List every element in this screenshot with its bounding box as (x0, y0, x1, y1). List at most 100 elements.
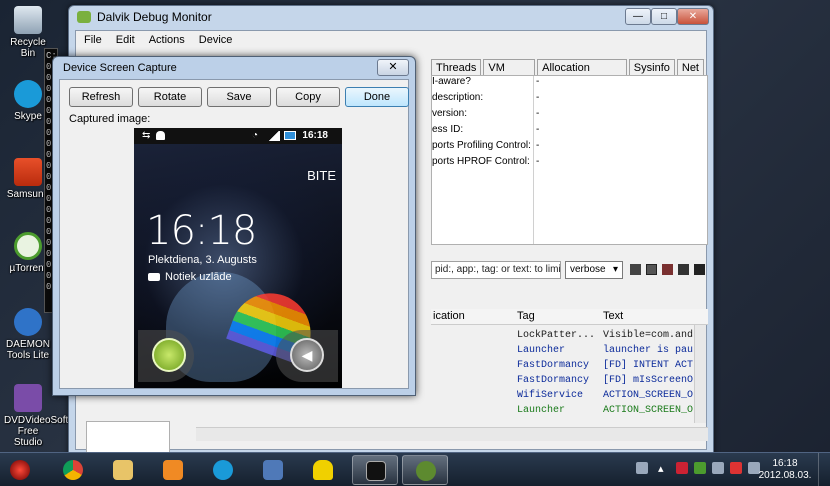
close-button[interactable]: ✕ (677, 8, 709, 25)
minimize-button[interactable]: — (625, 8, 651, 25)
menu-actions[interactable]: Actions (149, 34, 185, 46)
taskbar-command-prompt[interactable] (352, 455, 398, 485)
status-time: 16:18 (302, 130, 328, 141)
info-key: ports Profiling Control: (432, 140, 530, 151)
scroll-lock-icon[interactable] (678, 264, 689, 275)
tray-clock[interactable]: 16:18 2012.08.03. (757, 458, 813, 482)
scroll-to-end-icon[interactable] (694, 264, 705, 275)
show-desktop-button[interactable] (818, 453, 830, 486)
charging-status: Notiek uzlāde (148, 271, 232, 283)
phone-status-bar: ⇆ ◔ 16:18 (134, 128, 342, 144)
start-orb-icon (10, 460, 30, 480)
android-debug-icon (156, 131, 165, 140)
menu-file[interactable]: File (84, 34, 102, 46)
battery-charging-icon (284, 131, 296, 140)
log-row[interactable]: FastDormancy [FD] mIsScreenO (431, 374, 694, 389)
info-key: description: (432, 92, 484, 103)
column-tag[interactable]: Tag (517, 310, 535, 322)
menu-device[interactable]: Device (199, 34, 233, 46)
log-row[interactable]: Launcher ACTION_SCREEN_O (431, 404, 694, 419)
signal-icon (268, 131, 280, 141)
info-panel: I-aware? - description: - version: - ess ID… (431, 75, 708, 245)
info-value: - (536, 156, 540, 167)
done-button[interactable]: Done (345, 87, 409, 107)
tray-date: 2012.08.03. (758, 470, 812, 481)
horizontal-scrollbar[interactable] (196, 427, 708, 441)
maximize-button[interactable]: □ (651, 8, 677, 25)
network-icon[interactable] (712, 462, 724, 474)
info-key: ess ID: (432, 124, 464, 135)
taskbar-remote-desktop[interactable] (250, 455, 296, 485)
device-screen-capture-dialog[interactable]: Device Screen Capture ✕ Refresh Rotate S… (52, 56, 416, 396)
race-car-icon (313, 460, 333, 480)
sound-icon: ◀ (290, 338, 324, 372)
log-row[interactable]: LockPatter... Visible=com.and (431, 329, 694, 344)
unlock-handle (138, 330, 194, 382)
tray-chevron-icon[interactable]: ▴ (658, 462, 666, 475)
ddms-titlebar[interactable]: Dalvik Debug Monitor — □ ✕ (69, 6, 713, 28)
start-button[interactable] (2, 455, 42, 485)
copy-button[interactable]: Copy (276, 87, 340, 107)
log-tag: Launcher (517, 345, 566, 356)
chevron-down-icon: ▾ (612, 264, 618, 275)
rotate-button[interactable]: Rotate (138, 87, 202, 107)
dialog-close-button[interactable]: ✕ (377, 59, 409, 76)
save-button[interactable]: Save (207, 87, 271, 107)
utorrent-tray-icon[interactable] (694, 462, 706, 474)
info-row: ports HPROF Control: - (432, 156, 707, 172)
info-value: - (536, 76, 540, 87)
display-saved-filters-icon[interactable] (662, 264, 673, 275)
remote-desktop-icon (263, 460, 283, 480)
menubar: File Edit Actions Device (76, 31, 706, 49)
log-text: [FD] INTENT ACT (603, 360, 694, 371)
ddms-icon (416, 461, 436, 481)
dialog-title: Device Screen Capture (63, 62, 177, 74)
taskbar-game[interactable] (300, 455, 346, 485)
unlock-slider: ◀ (134, 330, 342, 382)
menu-edit[interactable]: Edit (116, 34, 135, 46)
column-application[interactable]: ication (433, 310, 465, 322)
samsung-kies-icon (14, 158, 42, 186)
logcat-filter-input[interactable]: pid:, app:, tag: or text: to limit (431, 261, 561, 279)
logcat-toolbar: pid:, app:, tag: or text: to limit verbo… (431, 261, 708, 281)
taskbar-skype[interactable] (200, 455, 246, 485)
desktop-icon-daemon-tools[interactable]: DAEMON Tools Lite (4, 308, 52, 361)
info-key: version: (432, 108, 468, 119)
info-key: ports HPROF Control: (432, 156, 530, 167)
tray-time: 16:18 (772, 458, 798, 469)
logcat-vertical-scrollbar[interactable] (694, 325, 706, 423)
info-value: - (536, 140, 540, 151)
log-row[interactable]: WifiService ACTION_SCREEN_O (431, 389, 694, 404)
desktop-icon-label: DAEMON Tools Lite (6, 339, 50, 361)
taskbar-media-player[interactable] (150, 455, 196, 485)
column-text[interactable]: Text (603, 310, 623, 322)
info-key: I-aware? (432, 76, 471, 87)
taskbar-chrome[interactable] (50, 455, 96, 485)
battery-icon[interactable] (730, 462, 742, 474)
desktop-icon-dvdvideosoft[interactable]: DVDVideoSoft Free Studio (4, 384, 68, 448)
refresh-button[interactable]: Refresh (69, 87, 133, 107)
keyboard-icon[interactable] (636, 462, 648, 474)
captured-image: ⇆ ◔ 16:18 BITE 16:18 Plektdiena, 3. Augu… (134, 128, 342, 388)
log-tag: FastDormancy (517, 360, 590, 371)
unlock-icon (152, 338, 186, 372)
usb-icon: ⇆ (142, 130, 151, 141)
charging-text: Notiek uzlāde (165, 271, 232, 283)
flag-icon[interactable] (676, 462, 688, 474)
charging-plug-icon (148, 273, 160, 282)
log-level-select[interactable]: verbose ▾ (565, 261, 623, 279)
sound-toggle-handle: ◀ (276, 330, 338, 382)
info-value: - (536, 92, 540, 103)
info-value: - (536, 124, 540, 135)
clear-log-icon[interactable] (646, 264, 657, 275)
info-row: version: - (432, 108, 707, 124)
save-log-icon[interactable] (630, 264, 641, 275)
log-tag: WifiService (517, 390, 584, 401)
taskbar-ddms[interactable] (402, 455, 448, 485)
skype-icon (213, 460, 233, 480)
taskbar-explorer[interactable] (100, 455, 146, 485)
taskbar: ▴ 16:18 2012.08.03. (0, 452, 830, 486)
log-row[interactable]: Launcher launcher is pau (431, 344, 694, 359)
log-row[interactable]: FastDormancy [FD] INTENT ACT (431, 359, 694, 374)
info-row: I-aware? - (432, 76, 707, 92)
